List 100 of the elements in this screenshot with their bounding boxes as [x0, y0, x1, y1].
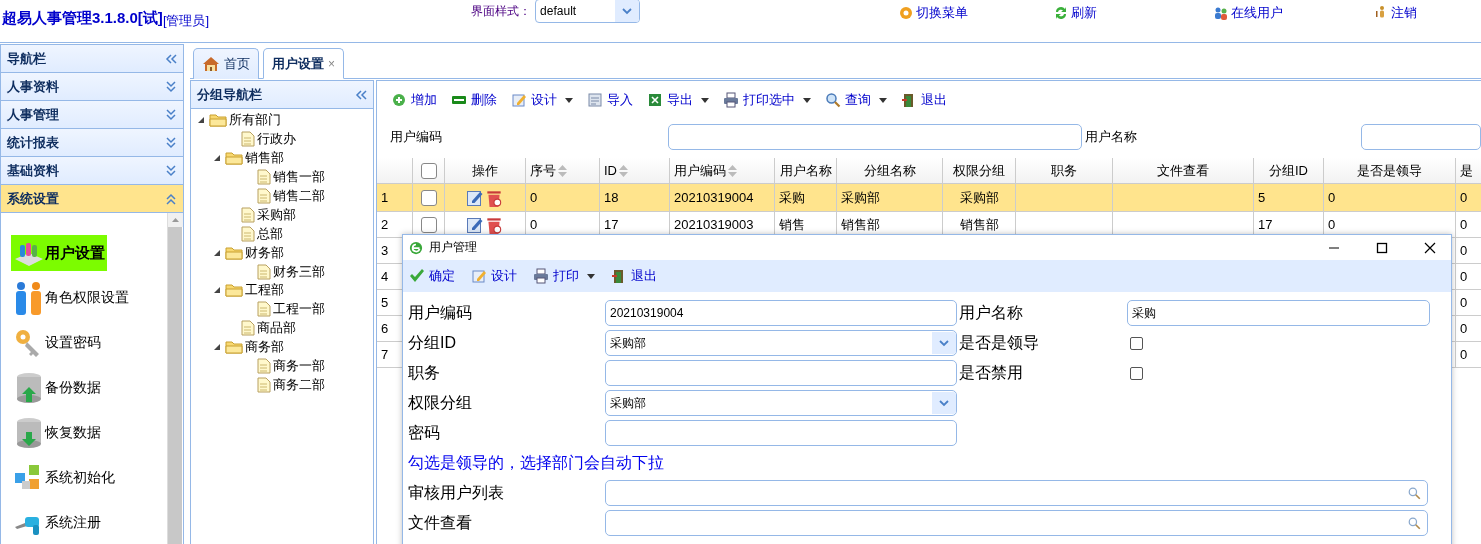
table-cell: 采购部 [841, 188, 880, 207]
scroll-up-icon[interactable] [168, 213, 183, 227]
toolbar-button[interactable]: 打印 [533, 267, 595, 285]
search-input[interactable] [668, 124, 1083, 150]
accordion-header[interactable]: 系统设置 [1, 185, 183, 213]
toolbar-button[interactable]: 退出 [901, 91, 947, 109]
tree-item[interactable]: 销售二部 [273, 187, 325, 205]
tab-close[interactable]: × [328, 56, 335, 71]
tab[interactable]: 用户设置 × [263, 48, 344, 79]
tab[interactable]: 首页 [193, 48, 259, 79]
toolbar-button[interactable]: 退出 [611, 267, 657, 285]
folder-icon [225, 283, 243, 298]
tree-item[interactable]: 工程一部 [273, 300, 325, 319]
nav-item[interactable]: 用户设置 [11, 235, 107, 271]
tree-item[interactable]: 行政办 [257, 130, 296, 149]
double-chevron-down-icon [165, 80, 177, 93]
accordion-header[interactable]: 基础资料 [1, 157, 183, 185]
toolbar-button[interactable]: 设计 [511, 91, 573, 109]
text-field[interactable] [605, 420, 957, 446]
file-icon [257, 169, 271, 186]
table-cell: 0 [1460, 321, 1468, 336]
add-icon [391, 92, 407, 108]
folder-icon [225, 151, 243, 166]
nav-item[interactable]: 角色权限设置 [11, 280, 131, 316]
spreadsheet-icon [647, 92, 663, 108]
accordion-header[interactable]: 统计报表 [1, 129, 183, 157]
search-input[interactable] [1361, 124, 1481, 150]
header-link[interactable]: 切换菜单 [898, 4, 1054, 22]
scrollbar[interactable] [167, 213, 182, 544]
table-row[interactable]: 1 0 18 20210319004 采购 采购部 采购部 5 0 0 [377, 184, 1481, 212]
caret-icon [879, 97, 887, 103]
field-label: 用户名称 [959, 302, 1024, 323]
maximize-icon[interactable] [1376, 241, 1388, 254]
checkbox[interactable] [420, 162, 437, 179]
caret-icon [565, 97, 573, 103]
field-label: 文件查看 [408, 512, 473, 533]
nav-item[interactable]: 设置密码 [11, 325, 103, 361]
table-cell: 0 [1460, 295, 1468, 310]
dialog-title: 用户管理 [429, 239, 478, 256]
checkbox[interactable] [420, 216, 437, 233]
expand-up-icon [165, 192, 177, 205]
toolbar-button[interactable]: 设计 [471, 267, 517, 285]
nav-item[interactable]: 恢复数据 [11, 415, 103, 451]
field-label: 是否禁用 [959, 362, 1024, 383]
checkbox[interactable] [1130, 366, 1143, 380]
accordion-header[interactable]: 人事管理 [1, 101, 183, 129]
toolbar-button[interactable]: 查询 [825, 91, 887, 109]
checkbox[interactable] [420, 189, 437, 206]
toolbar-button[interactable]: 导出 [647, 91, 709, 109]
nav-item[interactable]: 备份数据 [11, 370, 103, 406]
tree-item[interactable]: 采购部 [257, 205, 296, 224]
accordion-header[interactable]: 人事资料 [1, 73, 183, 101]
printer-icon [723, 92, 739, 108]
close-icon[interactable] [1424, 241, 1436, 254]
accordion-label: 基础资料 [7, 161, 59, 180]
search-icon [1408, 516, 1421, 530]
tree-item[interactable]: 商务一部 [273, 357, 325, 375]
theme-select[interactable]: default [535, 0, 641, 23]
table-cell: 17 [1258, 217, 1273, 232]
tree-item[interactable]: 所有部门 [229, 111, 281, 130]
select-field[interactable]: 采购部 [605, 330, 957, 356]
toolbar-button[interactable]: 打印选中 [723, 91, 811, 109]
accordion-label: 人事管理 [7, 105, 59, 124]
table-cell: 销售 [779, 215, 805, 234]
tree-item[interactable]: 商务二部 [273, 375, 325, 394]
sidebar-title-text: 导航栏 [7, 49, 46, 68]
tree-item[interactable]: 财务部 [245, 243, 284, 262]
nav-item[interactable]: 系统初始化 [11, 460, 117, 496]
toolbar-button[interactable]: 导入 [587, 91, 633, 109]
table-cell: 0 [1460, 347, 1468, 362]
tree-item[interactable]: 销售一部 [273, 168, 325, 187]
collapse-icon [355, 88, 367, 101]
select-field[interactable]: 采购部 [605, 390, 957, 416]
tree-item[interactable]: 工程部 [245, 281, 284, 300]
field-label: 是否是领导 [959, 332, 1040, 353]
text-field[interactable]: 采购 [1127, 300, 1430, 326]
text-field[interactable]: 20210319004 [605, 300, 957, 326]
nav-item[interactable]: 系统注册 [11, 505, 103, 541]
double-chevron-down-icon [165, 136, 177, 149]
tree-item[interactable]: 总部 [257, 224, 283, 243]
edit-icon [467, 216, 483, 233]
text-field[interactable] [605, 360, 957, 386]
search-field[interactable] [605, 510, 1428, 536]
caret-icon [587, 273, 595, 279]
toolbar-button[interactable]: 增加 [391, 91, 437, 109]
header-link[interactable]: 注销 [1373, 4, 1481, 22]
header-link[interactable]: 刷新 [1053, 4, 1214, 22]
header-link[interactable]: 在线用户 [1213, 4, 1374, 22]
table-cell: 销售部 [841, 215, 880, 234]
file-icon [241, 225, 255, 242]
tree-item[interactable]: 销售部 [245, 149, 284, 168]
field-value: 采购部 [610, 334, 646, 352]
tree-item[interactable]: 商品部 [257, 319, 296, 338]
minimize-icon[interactable] [1328, 246, 1340, 249]
field-label: 权限分组 [408, 392, 473, 413]
toolbar-button[interactable]: 删除 [451, 91, 497, 109]
tree-item[interactable]: 财务三部 [273, 262, 325, 281]
tree-item[interactable]: 商务部 [245, 338, 284, 357]
search-field[interactable] [605, 480, 1428, 506]
checkbox[interactable] [1130, 336, 1143, 350]
